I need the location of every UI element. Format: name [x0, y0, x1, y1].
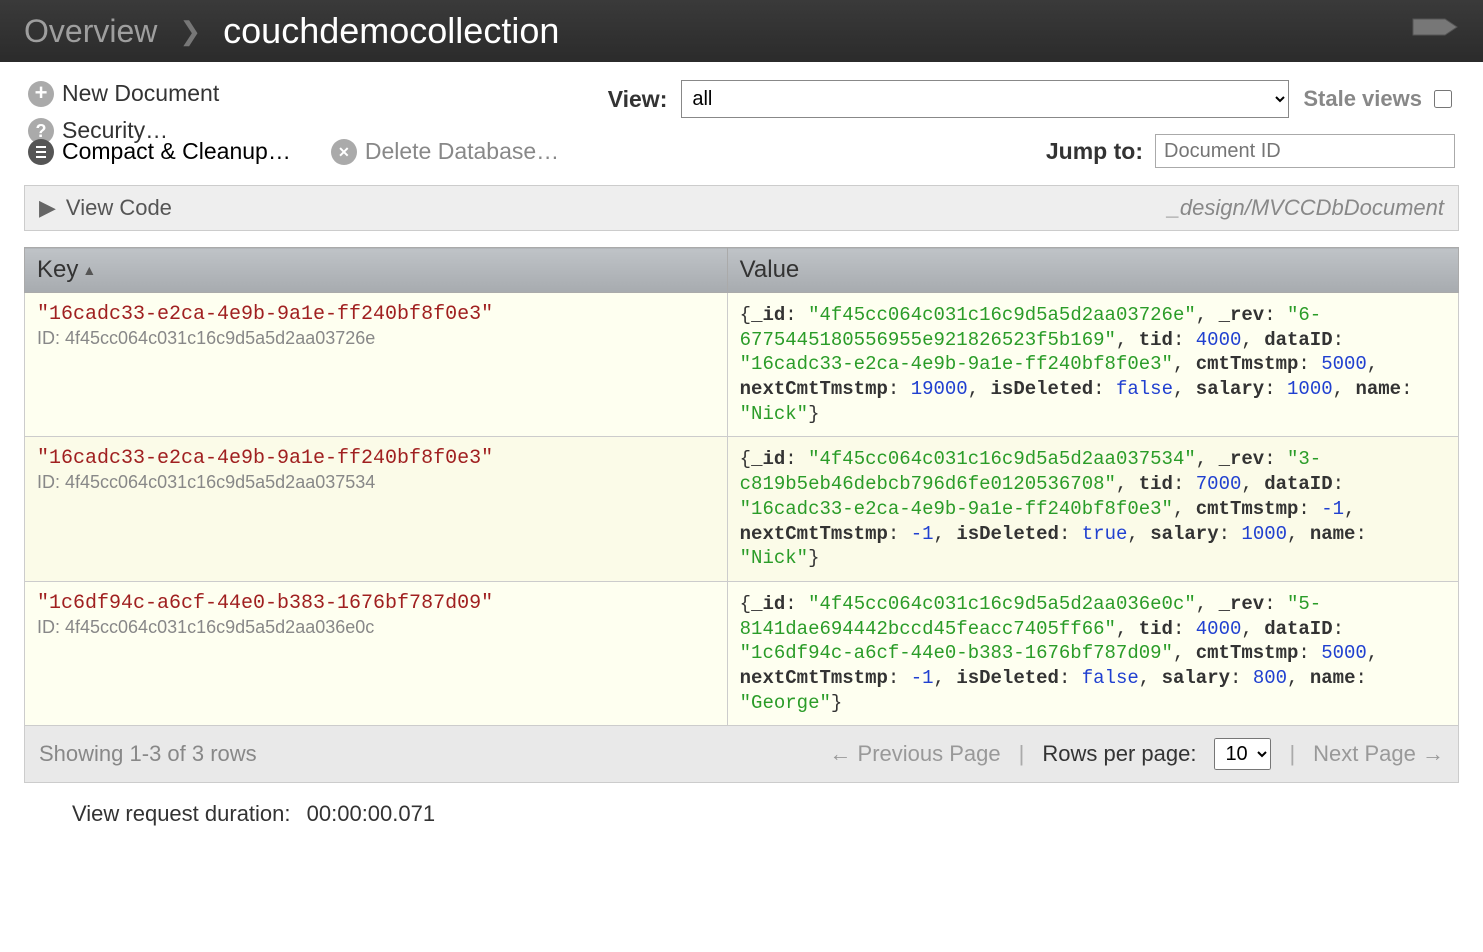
view-request-duration: View request duration: 00:00:00.071 [0, 783, 1483, 855]
view-label: View: [608, 86, 668, 113]
rows-per-page-select[interactable]: 10 [1214, 738, 1271, 770]
stale-views-checkbox[interactable] [1434, 90, 1452, 108]
table-row[interactable]: "16cadc33-e2ca-4e9b-9a1e-ff240bf8f0e3"ID… [25, 293, 1459, 437]
previous-page-button[interactable]: ← Previous Page [829, 741, 1000, 767]
close-icon [331, 139, 357, 165]
delete-database-label: Delete Database… [365, 138, 559, 165]
compact-cleanup-button[interactable]: Compact & Cleanup… [28, 138, 291, 165]
breadcrumb-overview[interactable]: Overview [24, 13, 157, 50]
compact-icon [28, 139, 54, 165]
jump-to-input[interactable] [1155, 134, 1455, 168]
table-row[interactable]: "16cadc33-e2ca-4e9b-9a1e-ff240bf8f0e3"ID… [25, 437, 1459, 581]
column-header-value[interactable]: Value [727, 248, 1458, 293]
tag-icon [1411, 11, 1459, 51]
pager: Showing 1-3 of 3 rows ← Previous Page | … [24, 726, 1459, 783]
jump-to-label: Jump to: [1046, 138, 1143, 165]
expand-triangle-icon: ▶ [39, 195, 56, 221]
value-cell[interactable]: {_id: "4f45cc064c031c16c9d5a5d2aa036e0c"… [727, 581, 1458, 725]
key-cell[interactable]: "16cadc33-e2ca-4e9b-9a1e-ff240bf8f0e3"ID… [25, 437, 728, 581]
stale-views-label: Stale views [1303, 86, 1422, 112]
key-cell[interactable]: "16cadc33-e2ca-4e9b-9a1e-ff240bf8f0e3"ID… [25, 293, 728, 437]
sort-asc-icon: ▲ [82, 262, 96, 278]
new-document-label: New Document [62, 80, 219, 107]
column-header-key[interactable]: Key▲ [25, 248, 728, 293]
rows-per-page-label: Rows per page: [1042, 741, 1196, 767]
documents-table: Key▲ Value "16cadc33-e2ca-4e9b-9a1e-ff24… [24, 247, 1459, 726]
view-select[interactable]: all [681, 80, 1289, 118]
breadcrumb: Overview ❯ couchdemocollection [0, 0, 1483, 62]
table-row[interactable]: "1c6df94c-a6cf-44e0-b383-1676bf787d09"ID… [25, 581, 1459, 725]
value-cell[interactable]: {_id: "4f45cc064c031c16c9d5a5d2aa037534"… [727, 437, 1458, 581]
new-document-button[interactable]: New Document [28, 80, 219, 107]
value-cell[interactable]: {_id: "4f45cc064c031c16c9d5a5d2aa03726e"… [727, 293, 1458, 437]
design-doc-label: _design/MVCCDbDocument [1168, 195, 1444, 221]
compact-cleanup-label: Compact & Cleanup… [62, 138, 291, 165]
view-code-label: View Code [66, 195, 172, 221]
view-code-bar[interactable]: ▶ View Code _design/MVCCDbDocument [24, 185, 1459, 231]
chevron-right-icon: ❯ [179, 16, 201, 47]
breadcrumb-dbname[interactable]: couchdemocollection [223, 10, 559, 52]
pager-showing: Showing 1-3 of 3 rows [39, 741, 257, 767]
next-page-button[interactable]: Next Page → [1313, 741, 1444, 767]
delete-database-button[interactable]: Delete Database… [331, 138, 559, 165]
plus-icon [28, 81, 54, 107]
key-cell[interactable]: "1c6df94c-a6cf-44e0-b383-1676bf787d09"ID… [25, 581, 728, 725]
